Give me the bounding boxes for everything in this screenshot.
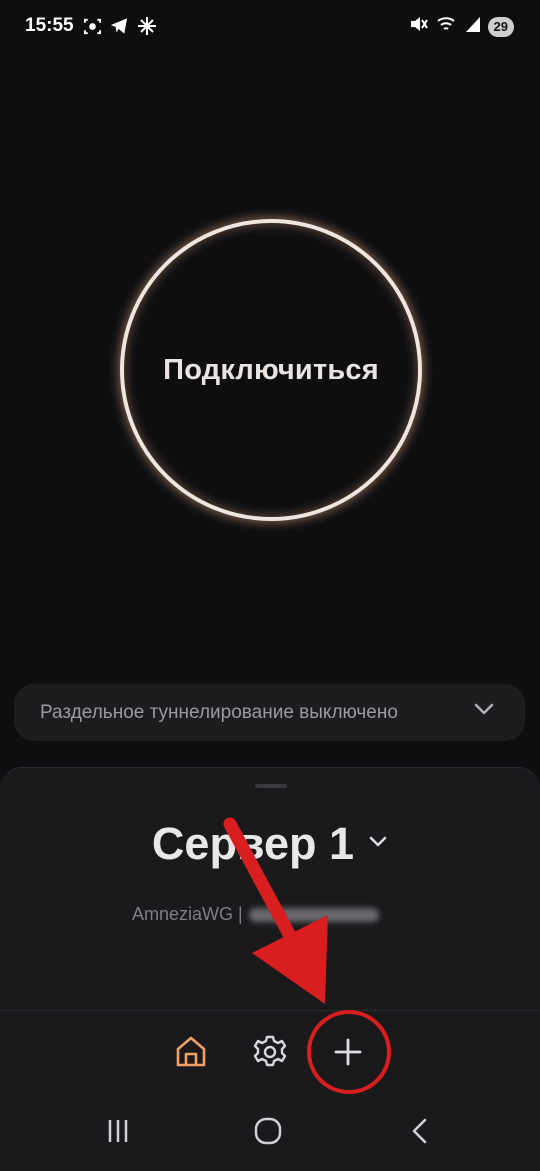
server-protocol: AmneziaWG | [132, 904, 243, 924]
server-name: Сервер 1 [151, 818, 355, 869]
server-selector[interactable]: Сервер 1 [0, 818, 540, 870]
split-tunneling-label: Раздельное туннелирование выключено [40, 701, 398, 723]
gear-icon [252, 1034, 288, 1075]
drag-handle[interactable] [255, 784, 287, 788]
connect-button[interactable]: Подключиться [120, 219, 422, 521]
battery-icon: 29 [487, 16, 514, 37]
status-icons-left [83, 16, 157, 41]
nav-divider [0, 1010, 540, 1011]
recents-button[interactable] [98, 1116, 138, 1150]
status-icons-right: 29 [409, 15, 514, 38]
system-home-button[interactable] [248, 1116, 288, 1150]
redacted-address [248, 907, 379, 922]
plus-icon [333, 1037, 363, 1072]
tab-home[interactable] [171, 1034, 211, 1074]
telegram-icon [110, 17, 129, 40]
home-icon [173, 1034, 209, 1075]
signal-icon [465, 15, 481, 38]
status-bar: 15:55 29 [0, 0, 540, 56]
home-circle-icon [254, 1117, 282, 1150]
mute-icon [409, 15, 429, 38]
split-tunneling-dropdown[interactable]: Раздельное туннелирование выключено [14, 684, 525, 741]
tab-settings[interactable] [250, 1034, 290, 1074]
screenshot-icon [83, 17, 102, 41]
status-time: 15:55 [25, 15, 74, 36]
chevron-down-icon [473, 702, 495, 721]
back-button[interactable] [400, 1116, 440, 1150]
wifi-icon [436, 15, 458, 38]
sparkle-icon [137, 16, 157, 41]
recents-icon [105, 1118, 131, 1149]
tab-add[interactable] [328, 1034, 368, 1074]
back-icon [409, 1117, 431, 1150]
connect-label: Подключиться [163, 353, 379, 386]
server-protocol-info: AmneziaWG | [132, 904, 379, 925]
chevron-down-icon [368, 835, 388, 853]
system-navigation-bar [0, 1100, 540, 1170]
